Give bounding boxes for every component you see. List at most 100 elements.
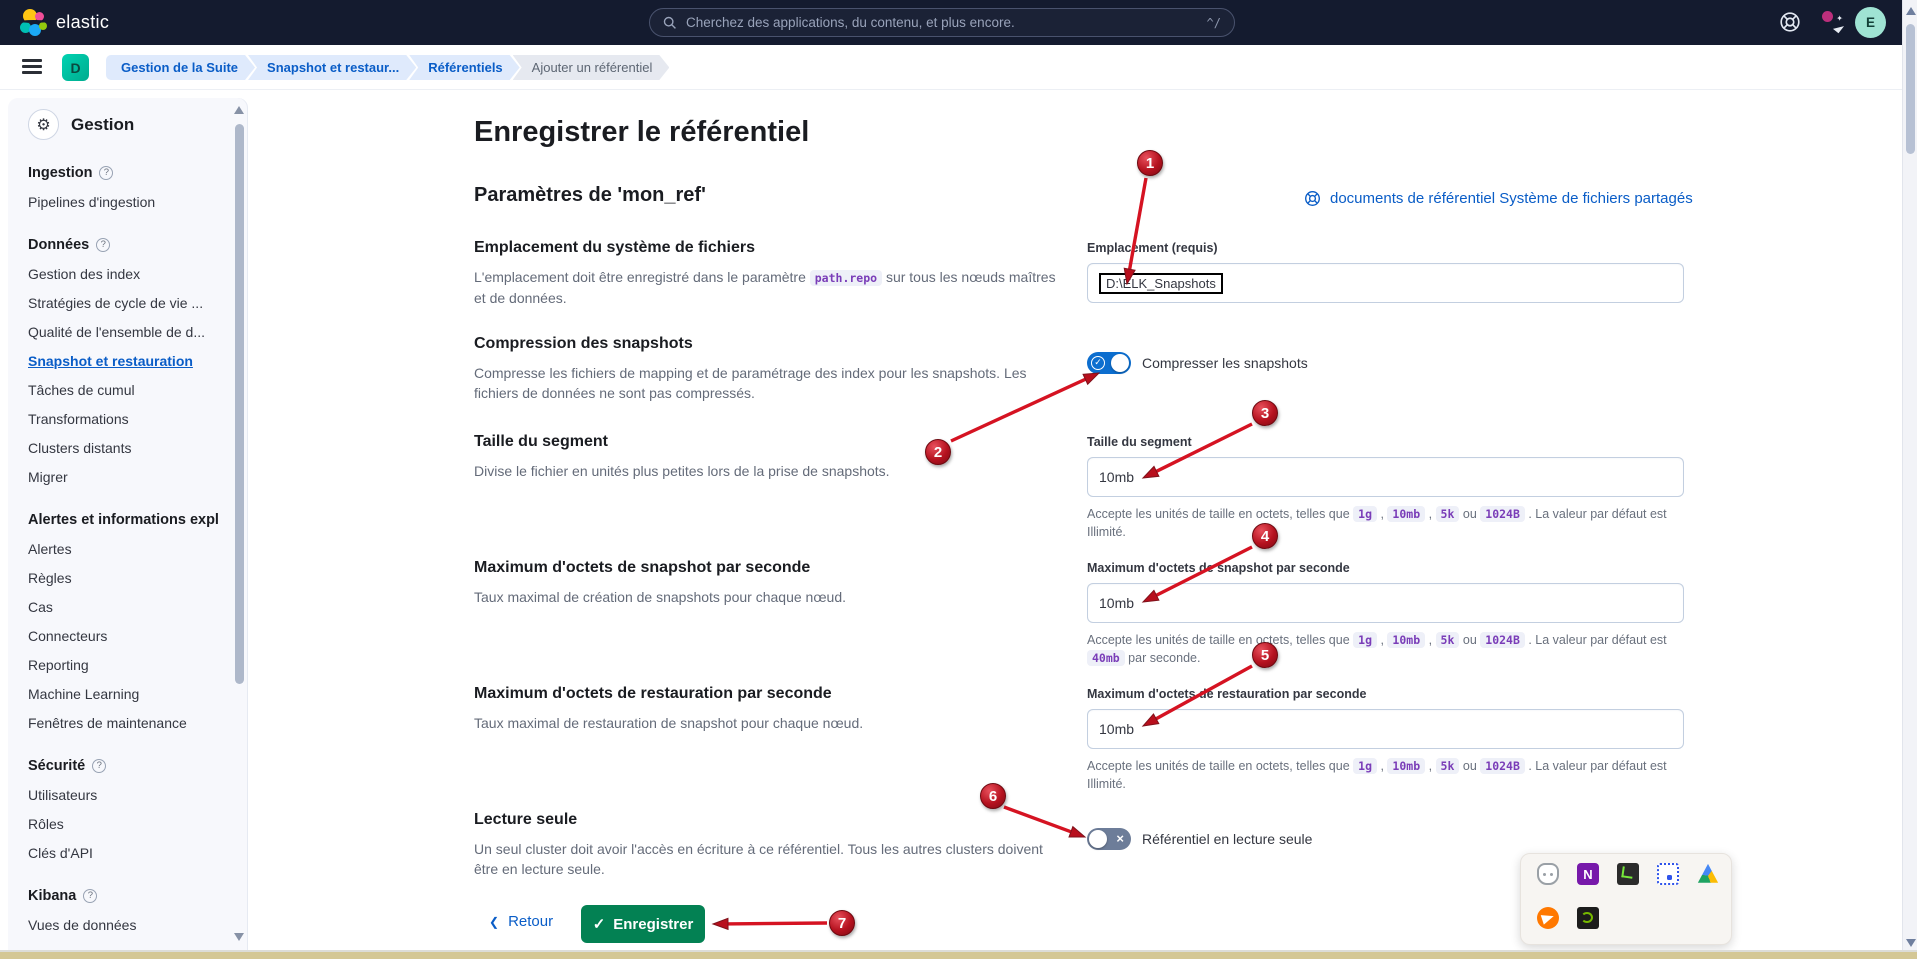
life-buoy-icon — [1304, 190, 1321, 207]
text-segment: , — [1377, 507, 1387, 521]
sidebar-nav: Ingestion?Pipelines d'ingestionDonnées?G… — [8, 140, 248, 933]
code-chip: 5k — [1436, 632, 1460, 648]
google-drive-icon[interactable] — [1697, 863, 1719, 885]
breadcrumb-link[interactable]: Référentiels — [409, 55, 519, 80]
field-helper-text: Accepte les unités de taille en octets, … — [1087, 505, 1684, 541]
form-row-max-restore: Maximum d'octets de restauration par sec… — [474, 685, 1686, 734]
sidebar-item-vues-de-donn-es[interactable]: Vues de données — [28, 917, 224, 933]
page-scrollbar[interactable] — [1902, 0, 1917, 959]
sidebar-section: Sécurité?UtilisateursRôlesClés d'API — [28, 758, 224, 861]
compress-toggle[interactable]: ✓ — [1087, 352, 1131, 374]
toggle-knob — [1089, 830, 1107, 848]
hamburger-menu-icon[interactable] — [22, 59, 42, 75]
sidebar-section-heading: Kibana? — [28, 888, 224, 904]
sidebar-item-cl-s-d-api[interactable]: Clés d'API — [28, 845, 224, 861]
sidebar-section-heading: Ingestion? — [28, 165, 224, 181]
text-segment: . La valeur par défaut est — [1525, 633, 1667, 647]
newsfeed-icon[interactable]: ✦ — [1821, 11, 1843, 33]
system-tray-popup: N — [1520, 853, 1732, 945]
form-row-location: Emplacement du système de fichiersL'empl… — [474, 239, 1686, 308]
sidebar-item-pipelines-d-ingestion[interactable]: Pipelines d'ingestion — [28, 194, 224, 210]
sidebar-item-strat-gies-de-cycle-de-vie[interactable]: Stratégies de cycle de vie ... — [28, 295, 224, 311]
sidebar-item-alertes[interactable]: Alertes — [28, 541, 224, 557]
sidebar-item-gestion-des-index[interactable]: Gestion des index — [28, 266, 224, 282]
clock-widget-icon[interactable] — [1657, 863, 1679, 885]
form-row-control: ✓Compresser les snapshots — [1087, 335, 1684, 374]
elastic-logo-icon — [20, 9, 47, 36]
text-segment: , — [1377, 633, 1387, 647]
text-segment: Divise le fichier en unités plus petites… — [474, 463, 890, 479]
breadcrumb-current: Ajouter un référentiel — [513, 55, 670, 80]
text-segment: , — [1425, 759, 1435, 773]
sidebar-item-transformations[interactable]: Transformations — [28, 411, 224, 427]
save-button[interactable]: ✓ Enregistrer — [581, 905, 705, 943]
scrollbar-thumb[interactable] — [1906, 24, 1915, 154]
chunk-size-input[interactable]: 10mb — [1087, 457, 1684, 497]
readonly-toggle[interactable]: × — [1087, 828, 1131, 850]
scroll-down-arrow[interactable] — [1906, 939, 1916, 947]
sidebar-item-clusters-distants[interactable]: Clusters distants — [28, 440, 224, 456]
text-segment: , — [1425, 507, 1435, 521]
help-icon[interactable] — [1779, 11, 1801, 33]
sidebar-item-migrer[interactable]: Migrer — [28, 469, 224, 485]
breadcrumb: Gestion de la SuiteSnapshot et restaur..… — [106, 55, 669, 80]
scroll-up-arrow[interactable] — [1906, 7, 1916, 15]
global-search-input[interactable]: Cherchez des applications, du contenu, e… — [649, 8, 1235, 37]
sidebar-item-reporting[interactable]: Reporting — [28, 657, 224, 673]
annotation-badge-1: 1 — [1137, 150, 1163, 176]
onenote-icon[interactable]: N — [1577, 863, 1599, 885]
annotation-badge-3: 3 — [1252, 400, 1278, 426]
breadcrumb-link[interactable]: Gestion de la Suite — [106, 55, 255, 80]
form-row-description: Un seul cluster doit avoir l'accès en éc… — [474, 840, 1060, 879]
sidebar-scroll-up-arrow[interactable] — [234, 106, 244, 114]
help-icon: ? — [92, 759, 106, 773]
check-icon: ✓ — [1091, 356, 1105, 370]
sidebar-scroll-down-arrow[interactable] — [234, 933, 244, 941]
sidebar-item-machine-learning[interactable]: Machine Learning — [28, 686, 224, 702]
space-avatar[interactable]: D — [62, 54, 89, 81]
annotation-badge-7: 7 — [829, 910, 855, 936]
docs-link-label: documents de référentiel Système de fich… — [1330, 190, 1693, 207]
top-header-bar: elastic Cherchez des applications, du co… — [0, 0, 1917, 45]
sidebar-scrollbar[interactable] — [235, 124, 244, 684]
sidebar-item-qualit-de-l-ensemble-de-d[interactable]: Qualité de l'ensemble de d... — [28, 324, 224, 340]
repository-docs-link[interactable]: documents de référentiel Système de fich… — [1304, 190, 1693, 207]
search-icon — [663, 16, 677, 30]
field-label: Maximum d'octets de restauration par sec… — [1087, 687, 1684, 701]
avast-icon[interactable] — [1537, 907, 1559, 929]
annotation-badge-6: 6 — [980, 783, 1006, 809]
form-row-max-snapshot: Maximum d'octets de snapshot par seconde… — [474, 559, 1686, 608]
field-label: Emplacement (requis) — [1087, 241, 1684, 255]
user-avatar[interactable]: E — [1855, 7, 1886, 38]
sidebar-section-heading: Alertes et informations expl — [28, 512, 224, 528]
sidebar-item-r-gles[interactable]: Règles — [28, 570, 224, 586]
sidebar-item-r-les[interactable]: Rôles — [28, 816, 224, 832]
discord-icon[interactable] — [1537, 863, 1559, 885]
elastic-logo: elastic — [20, 9, 109, 36]
back-button[interactable]: ❮ Retour — [489, 913, 553, 930]
code-chip: 1g — [1353, 758, 1377, 774]
nvidia-icon[interactable] — [1577, 907, 1599, 929]
field-value: 10mb — [1099, 721, 1134, 737]
sidebar-item-t-ches-de-cumul[interactable]: Tâches de cumul — [28, 382, 224, 398]
breadcrumb-link[interactable]: Snapshot et restaur... — [248, 55, 416, 80]
help-icon: ? — [96, 238, 110, 252]
sidebar-title: Gestion — [71, 115, 134, 135]
text-segment: Taux maximal de restauration de snapshot… — [474, 715, 863, 731]
annotation-badge-4: 4 — [1252, 523, 1278, 549]
sidebar-item-cas[interactable]: Cas — [28, 599, 224, 615]
max-restore-bytes-input[interactable]: 10mb — [1087, 709, 1684, 749]
sidebar-item-connecteurs[interactable]: Connecteurs — [28, 628, 224, 644]
field-label: Maximum d'octets de snapshot par seconde — [1087, 561, 1684, 575]
max-snapshot-bytes-input[interactable]: 10mb — [1087, 583, 1684, 623]
sidebar-item-fen-tres-de-maintenance[interactable]: Fenêtres de maintenance — [28, 715, 224, 731]
text-segment: Accepte les unités de taille en octets, … — [1087, 507, 1353, 521]
sidebar-item-utilisateurs[interactable]: Utilisateurs — [28, 787, 224, 803]
code-chip: 5k — [1436, 758, 1460, 774]
sidebar-item-snapshot-et-restauration[interactable]: Snapshot et restauration — [28, 353, 224, 369]
field-helper-text: Accepte les unités de taille en octets, … — [1087, 631, 1684, 667]
location-input[interactable]: D:\ELK_Snapshots — [1087, 263, 1684, 303]
sidebar-section: Données?Gestion des indexStratégies de c… — [28, 237, 224, 485]
pixel-game-icon[interactable] — [1617, 863, 1639, 885]
form-row-control: Maximum d'octets de snapshot par seconde… — [1087, 559, 1684, 667]
